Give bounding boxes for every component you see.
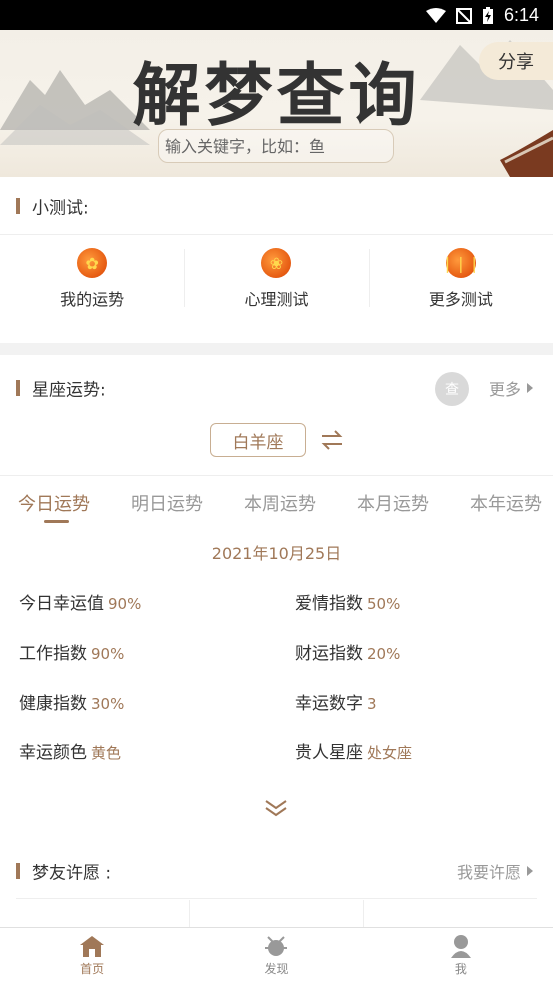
chevron-right-icon (527, 866, 533, 876)
quiz-item-more-tests[interactable]: ❘❘❘ 更多测试 (368, 235, 553, 343)
tab-today[interactable]: 今日运势 (18, 490, 90, 516)
stat-lucky-color: 幸运颜色 黄色 (19, 738, 121, 763)
home-icon (80, 936, 105, 957)
share-button[interactable]: 分享 (479, 42, 553, 80)
chevron-right-icon (527, 383, 533, 393)
quiz-section-header: 小测试: (0, 178, 553, 234)
horoscope-section-title: 星座运势: (32, 380, 106, 401)
stat-value: 处女座 (367, 744, 413, 762)
stat-label: 工作指数 (19, 644, 87, 664)
quiz-section-title: 小测试: (32, 198, 89, 219)
lucky-knot-icon: ✿ (77, 248, 108, 278)
divider (16, 898, 537, 899)
profile-icon (450, 935, 471, 958)
stat-label: 财运指数 (295, 644, 363, 664)
section-marker (16, 198, 20, 214)
fortune-sticks-icon: ❘❘❘ (441, 248, 481, 278)
quiz-item-label: 心理测试 (244, 290, 309, 309)
tabbar-profile[interactable]: 我 (369, 928, 553, 984)
tab-this-week[interactable]: 本周运势 (244, 490, 316, 516)
stat-value: 3 (367, 695, 377, 713)
stat-value: 90% (108, 595, 142, 613)
stat-label: 今日幸运值 (19, 594, 104, 614)
header-banner: 解梦查询 分享 (0, 30, 553, 177)
flower-icon: ❀ (261, 248, 292, 278)
zodiac-sign-button[interactable]: 白羊座 (210, 423, 306, 457)
stat-label: 幸运数字 (295, 694, 363, 714)
stat-label: 贵人星座 (295, 743, 363, 763)
stat-lucky-value: 今日幸运值 90% (19, 589, 141, 614)
wish-section-header: 梦友许愿 : 我要许愿 (0, 843, 553, 899)
horoscope-section-header: 星座运势: 更多 (0, 360, 553, 416)
more-label: 更多 (488, 380, 521, 399)
stat-value: 黄色 (91, 744, 122, 762)
tabbar-home[interactable]: 首页 (0, 928, 184, 984)
stat-value: 30% (91, 695, 125, 713)
wish-card-divider (363, 900, 364, 927)
swap-icon[interactable] (320, 430, 344, 450)
wish-card-divider (189, 900, 190, 927)
tabbar-label: 发现 (264, 962, 289, 976)
stat-label: 健康指数 (19, 694, 87, 714)
stat-label: 幸运颜色 (19, 743, 87, 763)
stat-work-index: 工作指数 90% (19, 639, 124, 664)
stat-lucky-number: 幸运数字 3 (295, 689, 377, 714)
stat-noble-sign: 贵人星座 处女座 (295, 738, 412, 763)
stat-value: 90% (91, 645, 125, 663)
discover-icon (265, 936, 288, 956)
battery-charging-icon (482, 6, 493, 24)
tabbar-label: 我 (454, 962, 467, 976)
fortune-tabs: 今日运势 明日运势 本周运势 本月运势 本年运势 (0, 476, 553, 528)
stat-label: 爱情指数 (295, 594, 363, 614)
bottom-tab-bar: 首页 发现 我 (0, 927, 553, 984)
stat-health-index: 健康指数 30% (19, 689, 124, 714)
page-title: 解梦查询 (132, 56, 421, 136)
wifi-icon (425, 7, 446, 23)
wish-section-title: 梦友许愿 : (32, 863, 112, 884)
section-marker (16, 380, 20, 396)
quiz-item-psych-test[interactable]: ❀ 心理测试 (184, 235, 368, 343)
status-bar: 6:14 (0, 0, 553, 30)
active-tab-indicator (44, 520, 69, 523)
section-gap (0, 343, 553, 355)
tab-this-month[interactable]: 本月运势 (357, 490, 429, 516)
stat-value: 50% (367, 595, 401, 613)
quiz-item-label: 我的运势 (60, 290, 125, 309)
make-wish-label: 我要许愿 (456, 863, 521, 882)
search-box[interactable] (158, 129, 394, 163)
no-signal-icon (455, 7, 472, 24)
quiz-list: ✿ 我的运势 ❀ 心理测试 ❘❘❘ 更多测试 (0, 235, 553, 343)
tabbar-discover[interactable]: 发现 (184, 928, 368, 984)
quiz-item-label: 更多测试 (428, 290, 493, 309)
tab-this-year[interactable]: 本年运势 (470, 490, 542, 516)
clock: 6:14 (503, 5, 539, 25)
horoscope-more-link[interactable]: 更多 (489, 376, 533, 400)
section-marker (16, 863, 20, 879)
expand-chevron-icon[interactable] (264, 798, 288, 818)
make-wish-link[interactable]: 我要许愿 (457, 859, 533, 883)
quiz-item-my-fortune[interactable]: ✿ 我的运势 (0, 235, 184, 343)
lookup-avatar[interactable]: 查 (435, 372, 469, 406)
tabbar-label: 首页 (80, 962, 105, 976)
stat-value: 20% (367, 645, 401, 663)
fortune-date: 2021年10月25日 (211, 544, 342, 563)
stat-love-index: 爱情指数 50% (295, 589, 400, 614)
stat-wealth-index: 财运指数 20% (295, 639, 400, 664)
search-input[interactable] (159, 130, 393, 162)
tab-tomorrow[interactable]: 明日运势 (131, 490, 203, 516)
